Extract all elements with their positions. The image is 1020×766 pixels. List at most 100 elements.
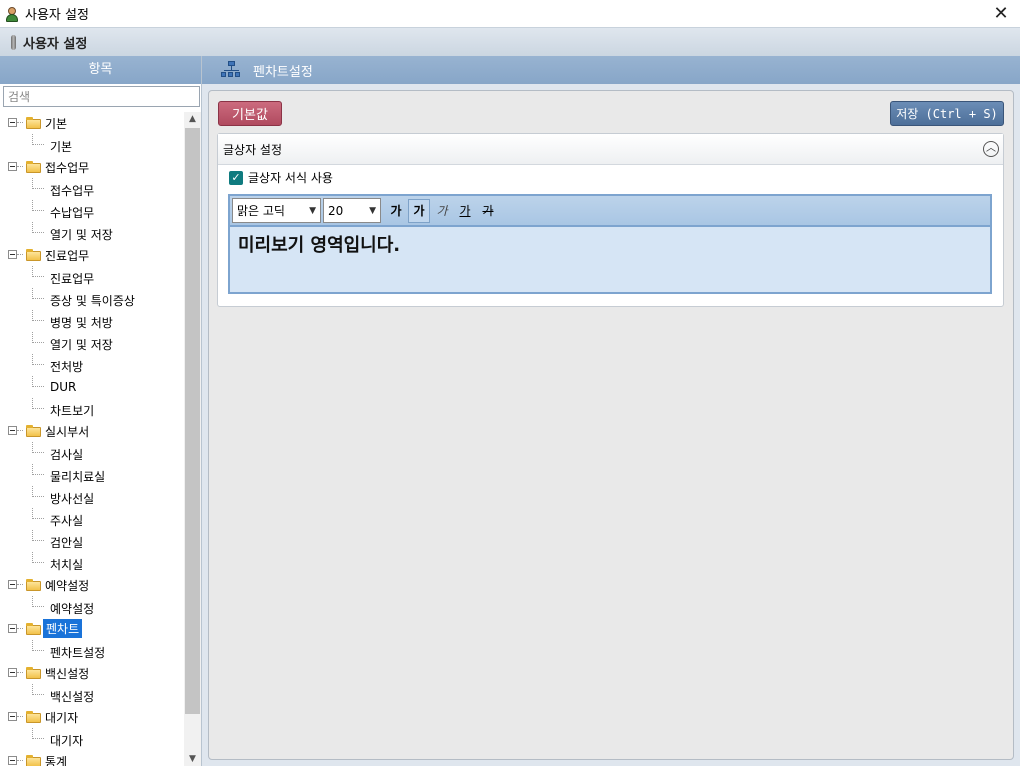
tree-item-label: 기본	[50, 140, 73, 154]
header-label: 사용자 설정	[23, 36, 88, 52]
network-icon	[221, 61, 241, 79]
tree-item-label: 접수업무	[50, 184, 95, 198]
default-button[interactable]: 기본값	[218, 101, 282, 126]
tree-group[interactable]: 대기자	[0, 706, 184, 728]
collapse-tree-icon[interactable]	[8, 756, 17, 765]
folder-icon	[26, 249, 41, 261]
textbox-settings-panel: 글상자 설정 ︿ ✓ 글상자 서식 사용 맑은 고딕 ▼ 20 ▼ 가 가 가 …	[217, 133, 1004, 307]
tree-item-label: 차트보기	[50, 404, 95, 418]
tree-group-label: 백신설정	[45, 667, 90, 681]
content-header: 펜차트설정	[202, 56, 1020, 84]
tree-group[interactable]: 실시부서	[0, 420, 184, 442]
content-inner: 기본값 저장 (Ctrl + S) 글상자 설정 ︿ ✓ 글상자 서식 사용 맑…	[208, 90, 1014, 760]
tree-group[interactable]: 기본	[0, 112, 184, 134]
collapse-tree-icon[interactable]	[8, 250, 17, 259]
tree-group-label: 접수업무	[45, 161, 90, 175]
tree-group[interactable]: 진료업무	[0, 244, 184, 266]
tree-item[interactable]: 처치실	[0, 552, 184, 574]
tree-scrollbar[interactable]: ▲ ▼	[184, 112, 201, 766]
folder-icon	[26, 425, 41, 437]
tree-item-label: 물리치료실	[50, 470, 106, 484]
tree-item[interactable]: 검사실	[0, 442, 184, 464]
scroll-thumb[interactable]	[185, 128, 200, 714]
checkbox-label: 글상자 서식 사용	[248, 171, 333, 185]
tree-item[interactable]: 물리치료실	[0, 464, 184, 486]
bold-active-button[interactable]: 가	[408, 198, 430, 223]
collapse-tree-icon[interactable]	[8, 426, 17, 435]
search-input[interactable]	[3, 86, 200, 107]
folder-icon	[26, 623, 41, 635]
collapse-tree-icon[interactable]	[8, 668, 17, 677]
font-family-select[interactable]: 맑은 고딕 ▼	[232, 198, 321, 223]
tree-item-label: 병명 및 처방	[50, 316, 113, 330]
tree-group-label: 실시부서	[45, 425, 90, 439]
collapse-icon[interactable]: ︿	[983, 141, 999, 157]
tree-item-label: 수납업무	[50, 206, 95, 220]
tree-item[interactable]: 접수업무	[0, 178, 184, 200]
close-icon[interactable]: ✕	[990, 3, 1012, 24]
tree-item[interactable]: 열기 및 저장	[0, 222, 184, 244]
tree-item-label: 펜차트설정	[50, 646, 106, 660]
checkbox-checked-icon[interactable]: ✓	[229, 170, 243, 185]
chevron-down-icon: ▼	[369, 205, 376, 216]
font-size-select[interactable]: 20 ▼	[323, 198, 381, 223]
tree-item[interactable]: 펜차트설정	[0, 640, 184, 662]
tree-item[interactable]: 병명 및 처방	[0, 310, 184, 332]
tree-item[interactable]: 대기자	[0, 728, 184, 750]
window-title: 사용자 설정	[25, 8, 89, 23]
tree-group[interactable]: 접수업무	[0, 156, 184, 178]
pill-icon	[11, 34, 16, 50]
content-area: 기본값 저장 (Ctrl + S) 글상자 설정 ︿ ✓ 글상자 서식 사용 맑…	[202, 84, 1020, 766]
sidebar-heading: 항목	[0, 56, 201, 84]
text-editor: 맑은 고딕 ▼ 20 ▼ 가 가 가 가 가 미리보기 영역입니다.	[228, 194, 992, 294]
tree-item[interactable]: 수납업무	[0, 200, 184, 222]
tree-group-label: 통계	[45, 755, 68, 766]
font-family-value: 맑은 고딕	[237, 204, 285, 218]
bold-button[interactable]: 가	[385, 199, 407, 223]
collapse-tree-icon[interactable]	[8, 712, 17, 721]
tree-item[interactable]: 백신설정	[0, 684, 184, 706]
folder-icon	[26, 667, 41, 679]
collapse-tree-icon[interactable]	[8, 624, 17, 633]
tree-item[interactable]: 전처방	[0, 354, 184, 376]
tree-item[interactable]: 검안실	[0, 530, 184, 552]
tree-item-label: 백신설정	[50, 690, 95, 704]
strikethrough-button[interactable]: 가	[477, 199, 499, 223]
italic-button[interactable]: 가	[431, 199, 453, 223]
tree-item[interactable]: 차트보기	[0, 398, 184, 420]
tree-group[interactable]: 통계	[0, 750, 184, 766]
panel-header: 글상자 설정 ︿	[218, 134, 1003, 165]
panel-title: 글상자 설정	[223, 142, 283, 157]
tree-item[interactable]: 증상 및 특이증상	[0, 288, 184, 310]
tree-item[interactable]: 열기 및 저장	[0, 332, 184, 354]
tree-item[interactable]: 주사실	[0, 508, 184, 530]
tree-item-label: 증상 및 특이증상	[50, 294, 135, 308]
scroll-up-icon[interactable]: ▲	[184, 112, 201, 126]
tree-group[interactable]: 펜차트	[0, 618, 184, 640]
collapse-tree-icon[interactable]	[8, 162, 17, 171]
collapse-tree-icon[interactable]	[8, 580, 17, 589]
tree-item-label: DUR	[50, 380, 77, 394]
tree-group-label: 기본	[45, 117, 68, 131]
tree-item-label: 방사선실	[50, 492, 95, 506]
save-button[interactable]: 저장 (Ctrl + S)	[890, 101, 1004, 126]
window-titlebar: 사용자 설정 ✕	[0, 0, 1020, 27]
user-icon	[5, 6, 19, 22]
preview-area[interactable]: 미리보기 영역입니다.	[230, 227, 990, 290]
tree-item[interactable]: 예약설정	[0, 596, 184, 618]
tree-group[interactable]: 예약설정	[0, 574, 184, 596]
underline-button[interactable]: 가	[454, 199, 476, 223]
tree-item-label: 검사실	[50, 448, 84, 462]
settings-tree: 기본 기본 접수업무 접수업무 수납업무 열기 및 저장 진료업무 진료업무 증상 및 특이증상…	[0, 112, 184, 766]
textbox-format-option[interactable]: ✓ 글상자 서식 사용	[229, 169, 333, 186]
content-heading: 펜차트설정	[253, 64, 313, 80]
tree-item[interactable]: 방사선실	[0, 486, 184, 508]
folder-icon	[26, 755, 41, 766]
collapse-tree-icon[interactable]	[8, 118, 17, 127]
tree-group-label: 예약설정	[45, 579, 90, 593]
tree-item[interactable]: 기본	[0, 134, 184, 156]
scroll-down-icon[interactable]: ▼	[184, 752, 201, 766]
tree-group[interactable]: 백신설정	[0, 662, 184, 684]
tree-item[interactable]: 진료업무	[0, 266, 184, 288]
tree-item[interactable]: DUR	[0, 376, 184, 398]
